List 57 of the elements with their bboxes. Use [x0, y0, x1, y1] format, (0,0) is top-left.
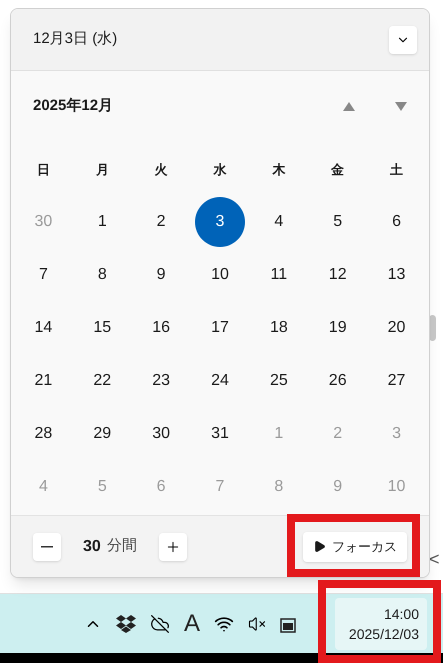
- day-cell[interactable]: 15: [77, 302, 128, 352]
- increase-button[interactable]: [158, 532, 187, 560]
- day-cell[interactable]: 7: [18, 250, 68, 300]
- muted-speaker-icon[interactable]: [248, 614, 266, 632]
- day-cell[interactable]: 4: [254, 196, 304, 246]
- weekday-label: 火: [154, 161, 168, 180]
- day-cell[interactable]: 28: [18, 408, 68, 458]
- day-cell[interactable]: 20: [372, 302, 422, 352]
- day-cell[interactable]: 1: [77, 196, 128, 246]
- day-cell[interactable]: 31: [194, 408, 245, 458]
- day-cell[interactable]: 25: [254, 356, 304, 406]
- day-cell[interactable]: 5: [312, 196, 363, 246]
- day-cell[interactable]: 2: [136, 196, 186, 246]
- day-cell[interactable]: 19: [312, 302, 363, 352]
- next-month-icon[interactable]: [395, 102, 407, 110]
- duration-value: 30: [83, 536, 101, 556]
- month-heading: 2025年12月: [33, 96, 114, 116]
- clock-time: 14:00: [384, 604, 419, 624]
- day-cell[interactable]: 27: [372, 356, 422, 406]
- date-heading: 12月3日 (水): [33, 29, 118, 50]
- day-cell[interactable]: 17: [194, 302, 245, 352]
- day-cell[interactable]: 23: [136, 356, 186, 406]
- day-cell[interactable]: 6: [372, 196, 422, 246]
- decrease-button[interactable]: [33, 532, 61, 560]
- dropbox-icon[interactable]: [116, 614, 136, 632]
- collapse-arrow[interactable]: <: [429, 546, 440, 573]
- day-cell[interactable]: 24: [194, 356, 245, 406]
- previous-month-icon[interactable]: [343, 102, 355, 110]
- weekday-label: 土: [390, 161, 404, 180]
- day-cell[interactable]: 3: [194, 196, 245, 246]
- day-cell[interactable]: 30: [136, 408, 186, 458]
- day-cell[interactable]: 14: [18, 302, 68, 352]
- day-cell[interactable]: 26: [312, 356, 363, 406]
- minus-icon: [41, 546, 53, 548]
- day-cell[interactable]: 18: [254, 302, 304, 352]
- weekday-label: 月: [96, 161, 109, 180]
- day-cell[interactable]: 13: [372, 250, 422, 300]
- day-cell[interactable]: 21: [18, 356, 68, 406]
- weekday-label: 木: [272, 161, 286, 180]
- focus-button[interactable]: フォーカス: [303, 532, 407, 562]
- day-cell[interactable]: 11: [254, 250, 304, 300]
- day-cell[interactable]: 8: [77, 250, 128, 300]
- cloud-off-icon[interactable]: [150, 614, 170, 634]
- day-cell[interactable]: 9: [136, 250, 186, 300]
- weekday-label: 日: [36, 161, 50, 180]
- day-cell[interactable]: 16: [136, 302, 186, 352]
- ime-indicator[interactable]: A: [184, 606, 200, 642]
- day-cell[interactable]: 12: [312, 250, 363, 300]
- duration-unit: 分間: [106, 536, 137, 556]
- clock-date: 2025/12/03: [348, 624, 419, 644]
- day-cell[interactable]: 22: [77, 356, 128, 406]
- clock-button[interactable]: 14:00 2025/12/03: [335, 598, 427, 650]
- play-icon: [313, 540, 326, 553]
- weekday-label: 水: [213, 161, 226, 180]
- day-cell[interactable]: 29: [77, 408, 128, 458]
- day-cell[interactable]: 10: [194, 250, 245, 300]
- weekday-label: 金: [331, 161, 344, 180]
